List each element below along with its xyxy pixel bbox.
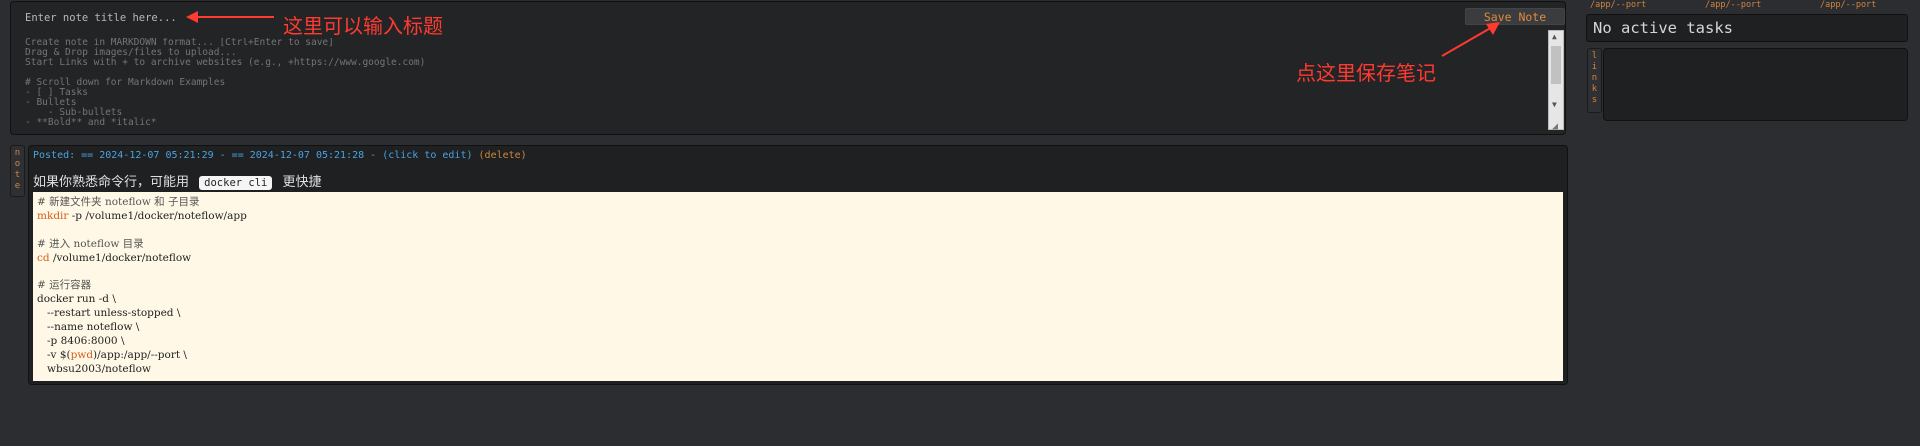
code-line: cd /volume1/docker/noteflow [37,252,1559,266]
links-tab[interactable]: l i n k s [1587,48,1602,113]
save-annotation-arrow [1441,22,1500,57]
resize-grip-icon[interactable]: ◢ [1552,121,1564,133]
note-tab-letter: t [14,170,21,180]
code-line: # 进入 noteflow 目录 [37,237,144,250]
links-tab-letter: i [1591,62,1598,72]
editor-scrollbar[interactable]: ▲ ▼ [1548,30,1564,130]
code-line: --name noteflow \ [37,321,140,334]
code-keyword: mkdir [37,209,69,222]
note-intro-text: 如果你熟悉命令行，可能用 [33,175,190,190]
code-text: /volume1/docker/noteflow [49,251,192,264]
code-line: # 新建文件夹 noteflow 和 子目录 [37,196,200,208]
code-line: # 运行容器 [37,279,92,292]
links-tab-letter: k [1591,84,1598,94]
code-keyword: cd [37,251,50,264]
code-text: -p /volume1/docker/noteflow/app [68,209,247,222]
note-tab-letter: o [14,159,21,169]
note-card: Posted: == 2024-12-07 05:21:29 - == 2024… [28,145,1568,385]
code-block: # 新建文件夹 noteflow 和 子目录 mkdir -p /volume1… [33,192,1563,381]
tasks-status: No active tasks [1593,19,1733,37]
tasks-panel: No active tasks [1586,14,1908,42]
scrollbar-thumb[interactable] [1551,46,1561,84]
note-tab-letter: e [14,181,21,191]
note-tab[interactable]: n o t e [10,145,25,197]
code-text: )/app:/app/--port \ [93,348,187,361]
note-meta: Posted: == 2024-12-07 05:21:29 - == 2024… [33,150,527,161]
note-intro: 如果你熟悉命令行，可能用 docker cli 更快捷 [33,171,322,190]
code-line: docker run -d \ [37,293,116,306]
note-tab-letter: n [14,148,21,158]
note-intro-text: 更快捷 [282,175,322,190]
port-link-3[interactable]: /app/--port [1820,0,1876,10]
port-link-1[interactable]: /app/--port [1590,0,1646,10]
links-tab-letter: l [1591,51,1598,61]
links-tab-letter: s [1591,95,1598,105]
code-text: -v $( [37,348,71,361]
code-line: wbsu2003/noteflow [37,362,151,375]
links-panel [1603,48,1908,121]
code-line: --restart unless-stopped \ [37,307,181,320]
scroll-up-icon[interactable]: ▲ [1552,33,1557,41]
title-annotation-arrow [186,11,274,23]
scroll-down-icon[interactable]: ▼ [1552,101,1557,109]
note-posted-edit-link[interactable]: Posted: == 2024-12-07 05:21:29 - == 2024… [33,150,473,161]
title-annotation: 这里可以输入标题 [283,14,443,38]
code-line: mkdir -p /volume1/docker/noteflow/app [37,210,1559,224]
save-annotation: 点这里保存笔记 [1296,61,1436,85]
code-line: -p 8406:8000 \ [37,334,125,347]
delete-note-link[interactable]: (delete) [479,150,527,161]
links-tab-letter: n [1591,73,1598,83]
code-keyword: pwd [70,348,94,361]
inline-code: docker cli [199,176,273,190]
code-line: -v $(pwd)/app:/app/--port \ [37,349,1559,363]
port-link-2[interactable]: /app/--port [1705,0,1761,10]
